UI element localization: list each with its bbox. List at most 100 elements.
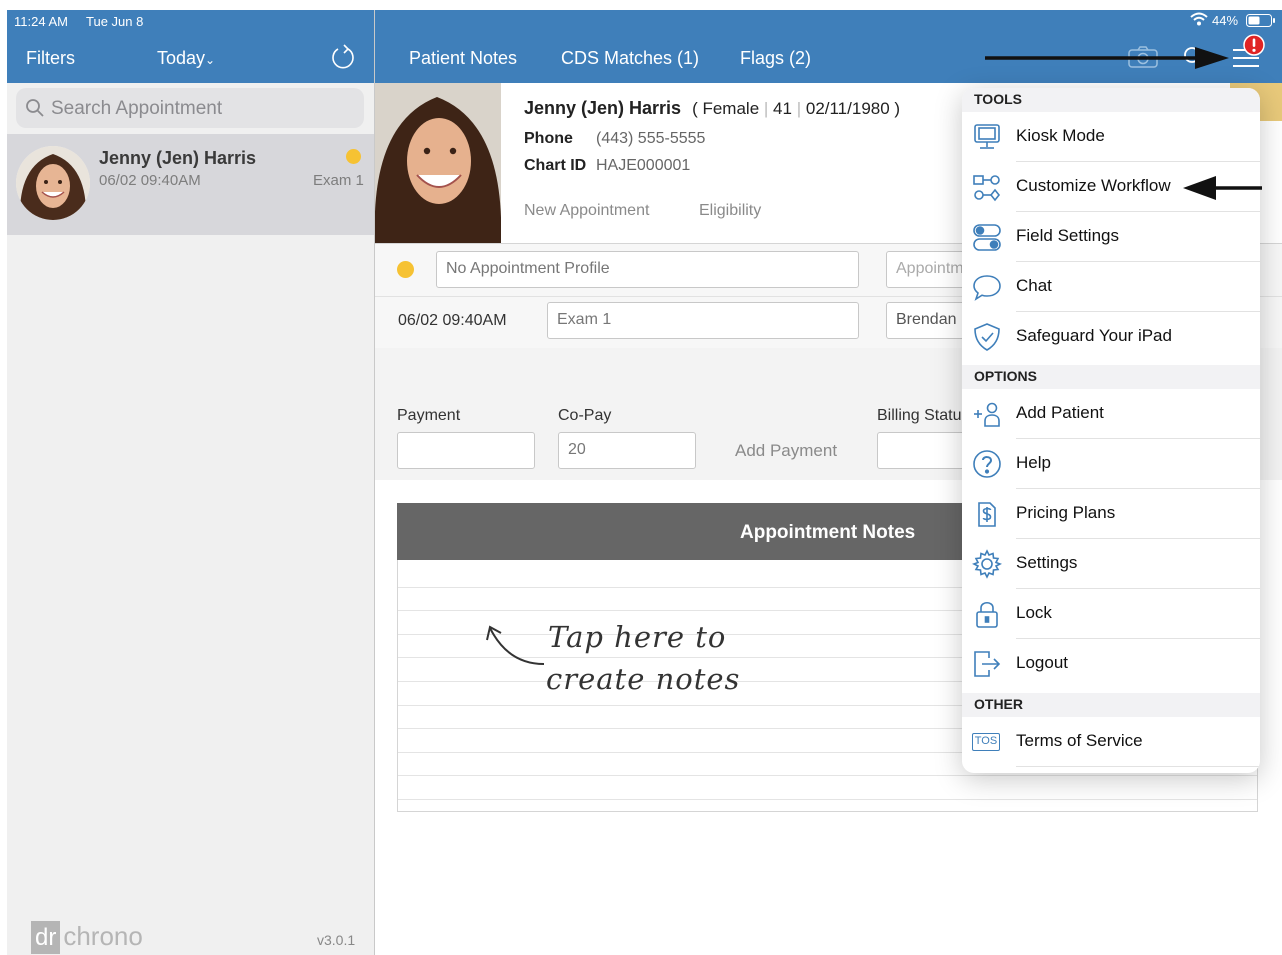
menu-item-help[interactable]: Help	[962, 439, 1260, 489]
battery-percent: 44%	[1212, 13, 1239, 28]
drchrono-logo: dr chrono	[31, 920, 143, 954]
copay-value: 20	[568, 441, 586, 458]
patient-header-line: Jenny (Jen) Harris ( Female | 41 | 02/11…	[524, 98, 900, 119]
help-icon	[972, 449, 1002, 479]
payment-label: Payment	[397, 407, 461, 424]
billing-status-label: Billing Statu	[877, 407, 962, 424]
menu-section-options: OPTIONS	[962, 365, 1260, 389]
logo-dr: dr	[31, 921, 61, 954]
today-label: Today	[157, 48, 206, 68]
search-placeholder: Search Appointment	[51, 98, 223, 119]
wifi-icon	[1190, 12, 1208, 26]
menu-item-label: Safeguard Your iPad	[1016, 326, 1172, 345]
menu-item-label: Terms of Service	[1016, 731, 1143, 750]
search-icon	[26, 99, 44, 117]
patient-age: 41	[773, 99, 792, 118]
appointment-room: Exam 1	[313, 172, 364, 189]
payment-input[interactable]	[397, 432, 535, 469]
refresh-icon[interactable]	[330, 43, 356, 71]
gear-icon	[972, 549, 1002, 579]
logout-icon	[972, 649, 1002, 679]
add-person-icon	[972, 399, 1002, 429]
tab-patient-notes[interactable]: Patient Notes	[409, 48, 517, 69]
copay-input[interactable]: 20	[558, 432, 696, 469]
menu-item-pricing-plans[interactable]: Pricing Plans	[962, 489, 1260, 539]
appointment-notes-title: Appointment Notes	[740, 522, 916, 543]
patient-gender: Female	[702, 99, 760, 118]
menu-item-label: Chat	[1016, 276, 1052, 295]
appointment-datetime: 06/02 09:40AM	[99, 172, 201, 189]
appointment-type-placeholder: Appointm	[896, 260, 964, 277]
exam-room-value: Exam 1	[557, 311, 612, 328]
phone-value[interactable]: (443) 555-5555	[596, 130, 705, 148]
menu-item-label: Customize Workflow	[1016, 176, 1171, 195]
curved-arrow-icon	[484, 622, 548, 668]
menu-item-label: Kiosk Mode	[1016, 126, 1105, 145]
toggles-icon	[972, 222, 1002, 252]
annotation-arrow-right-icon	[985, 46, 1230, 70]
notes-hint-line1: Tap here to	[548, 620, 727, 654]
menu-item-label: Add Patient	[1016, 403, 1104, 422]
menu-section-tools: TOOLS	[962, 88, 1260, 112]
patient-header-name: Jenny (Jen) Harris	[524, 98, 682, 118]
chevron-down-icon: ⌄	[205, 53, 216, 67]
menu-item-terms-of-service[interactable]: TOS Terms of Service	[962, 717, 1260, 767]
provider-value: Brendan	[896, 311, 957, 328]
tab-cds-matches[interactable]: CDS Matches (1)	[561, 48, 699, 69]
eligibility-button[interactable]: Eligibility	[699, 202, 761, 220]
menu-item-logout[interactable]: Logout	[962, 639, 1260, 689]
dollar-icon	[972, 499, 1002, 529]
menu-item-label: Field Settings	[1016, 226, 1119, 245]
appointment-datetime-value[interactable]: 06/02 09:40AM	[398, 312, 507, 330]
logo-chrono: chrono	[63, 921, 143, 951]
battery-icon	[1246, 14, 1276, 27]
annotation-arrow-left-icon	[1182, 174, 1262, 202]
add-payment-button[interactable]: Add Payment	[735, 441, 837, 461]
menu-item-add-patient[interactable]: Add Patient	[962, 389, 1260, 439]
menu-item-kiosk-mode[interactable]: Kiosk Mode	[962, 112, 1260, 162]
filters-button[interactable]: Filters	[26, 48, 75, 69]
menu-item-label: Logout	[1016, 653, 1068, 672]
patient-photo[interactable]	[375, 83, 501, 243]
patient-dob: 02/11/1980	[805, 99, 890, 118]
phone-label: Phone	[524, 130, 573, 147]
copay-label: Co-Pay	[558, 407, 612, 424]
patient-demographics: ( Female | 41 | 02/11/1980 )	[692, 99, 901, 118]
menu-item-label: Settings	[1016, 553, 1078, 572]
menu-section-other: OTHER	[962, 693, 1260, 717]
appointment-list-item[interactable]: Jenny (Jen) Harris 06/02 09:40AM Exam 1	[7, 134, 374, 235]
tos-icon: TOS	[972, 733, 1000, 751]
lock-icon	[972, 599, 1002, 629]
app-version: v3.0.1	[317, 932, 356, 948]
status-time: 11:24 AM	[14, 14, 68, 29]
menu-item-label: Lock	[1016, 603, 1052, 622]
status-dot	[346, 149, 361, 164]
appointment-profile-placeholder: No Appointment Profile	[446, 260, 610, 277]
search-appointment-input[interactable]: Search Appointment	[16, 88, 364, 128]
kiosk-icon	[972, 122, 1002, 152]
shield-icon	[972, 322, 1002, 352]
appointment-profile-field[interactable]: No Appointment Profile	[436, 251, 859, 288]
alert-badge-icon	[1243, 34, 1265, 56]
menu-item-field-settings[interactable]: Field Settings	[962, 212, 1260, 262]
menu-item-settings[interactable]: Settings	[962, 539, 1260, 589]
menu-item-chat[interactable]: Chat	[962, 262, 1260, 312]
chat-icon	[972, 272, 1002, 302]
tos-badge: TOS	[974, 735, 998, 747]
workflow-icon	[972, 172, 1002, 202]
tab-flags[interactable]: Flags (2)	[740, 48, 811, 69]
appointment-status-dot[interactable]	[397, 261, 414, 278]
new-appointment-button[interactable]: New Appointment	[524, 202, 649, 220]
menu-item-label: Pricing Plans	[1016, 503, 1116, 522]
notes-hint-line2: create notes	[546, 662, 741, 696]
menu-item-label: Help	[1016, 453, 1051, 472]
exam-room-field[interactable]: Exam 1	[547, 302, 859, 339]
today-dropdown[interactable]: Today⌄	[157, 48, 215, 69]
patient-avatar	[16, 146, 90, 220]
chart-id-label: Chart ID	[524, 157, 587, 174]
status-date: Tue Jun 8	[86, 14, 144, 29]
patient-name: Jenny (Jen) Harris	[99, 148, 257, 168]
chart-id-value: HAJE000001	[596, 157, 691, 174]
menu-item-lock[interactable]: Lock	[962, 589, 1260, 639]
menu-item-safeguard-ipad[interactable]: Safeguard Your iPad	[962, 312, 1260, 362]
